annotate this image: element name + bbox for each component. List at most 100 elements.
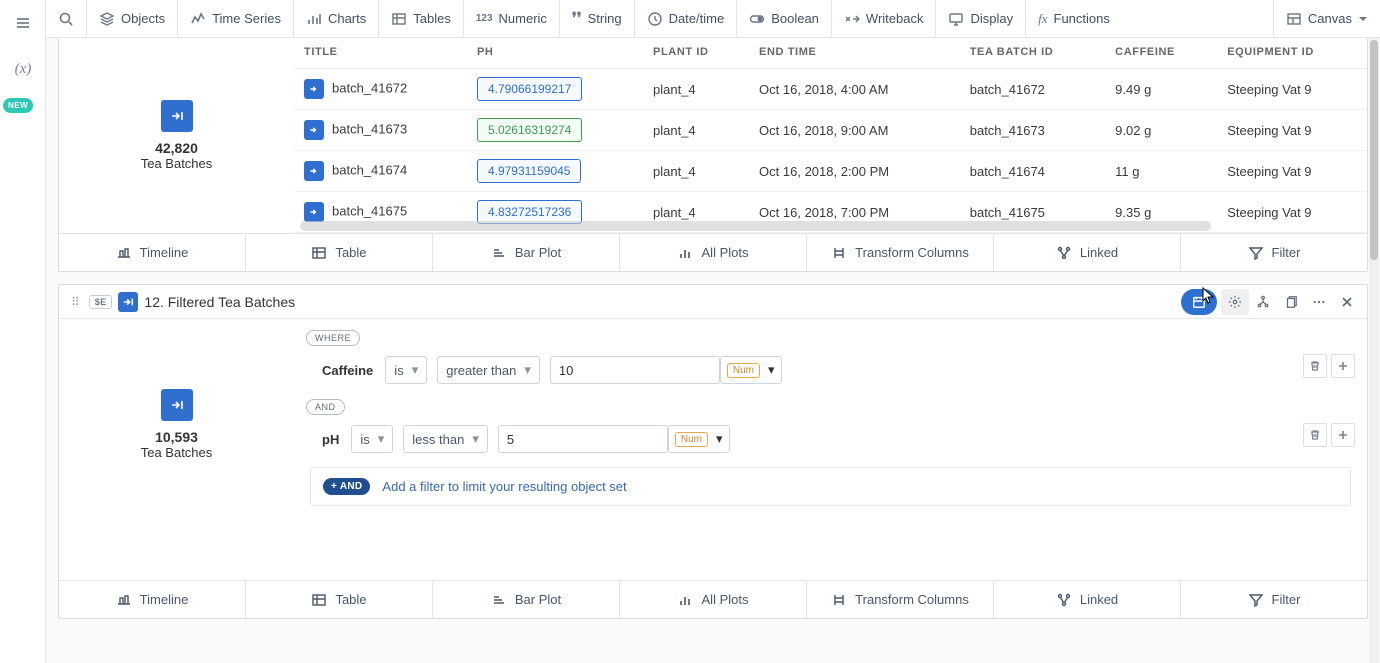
filter-type-select[interactable]: Num▾ — [668, 425, 730, 453]
tab-filter[interactable]: Filter — [1181, 581, 1367, 618]
settings-button[interactable] — [1221, 289, 1249, 315]
canvas-icon — [1286, 11, 1302, 27]
tab-timeline[interactable]: Timeline — [59, 234, 246, 271]
tab-linked[interactable]: Linked — [994, 234, 1181, 271]
label: Numeric — [499, 11, 547, 26]
functions-button[interactable]: fx Functions — [1026, 0, 1122, 37]
column-header[interactable]: TEA BATCH ID — [960, 38, 1105, 69]
timeline-icon — [116, 592, 132, 608]
tab-all-plots[interactable]: All Plots — [620, 234, 807, 271]
filter-op2-select[interactable]: greater than▾ — [437, 356, 540, 384]
linked-icon — [1056, 245, 1072, 261]
filter-op2-select[interactable]: less than▾ — [403, 425, 488, 453]
add-condition-button[interactable] — [1331, 354, 1355, 378]
objects-button[interactable]: Objects — [87, 0, 178, 37]
column-header[interactable]: CAFFEINE — [1105, 38, 1217, 69]
filter-op1-select[interactable]: is▾ — [385, 356, 427, 384]
column-header[interactable]: EQUIPMENT ID — [1217, 38, 1367, 69]
tab-table[interactable]: Table — [246, 234, 433, 271]
variables-button[interactable]: (x) — [0, 46, 46, 92]
vertical-scrollbar-thumb[interactable] — [1370, 40, 1378, 260]
ph-value-pill[interactable]: 5.02616319274 — [477, 118, 582, 142]
filter-label: Tea Batches — [141, 445, 213, 460]
filter-icon — [1248, 592, 1264, 608]
tab-transform[interactable]: Transform Columns — [807, 234, 994, 271]
tab-linked[interactable]: Linked — [994, 581, 1181, 618]
results-table-wrap: TITLEPHPLANT IDEND TIMETEA BATCH IDCAFFE… — [294, 38, 1367, 233]
cell: Steeping Vat 9 — [1217, 69, 1367, 110]
vertical-scrollbar-track[interactable] — [1369, 38, 1379, 663]
column-header[interactable]: PLANT ID — [643, 38, 749, 69]
delete-condition-button[interactable] — [1303, 423, 1327, 447]
filter-field-label: pH — [322, 432, 339, 447]
calendar-button[interactable] — [1181, 289, 1217, 315]
filter-type-select[interactable]: Num▾ — [720, 356, 782, 384]
object-icon — [304, 202, 324, 222]
cell: batch_41673 — [960, 110, 1105, 151]
column-header[interactable]: PH — [467, 38, 643, 69]
chevron-down-icon: ▾ — [378, 431, 385, 447]
tab-bar-plot[interactable]: Bar Plot — [433, 581, 620, 618]
table-row[interactable]: batch_416735.02616319274plant_4Oct 16, 2… — [294, 110, 1367, 151]
quote-icon: ❜❜ — [572, 9, 582, 28]
writeback-icon — [844, 11, 860, 27]
horizontal-scrollbar[interactable] — [300, 221, 1211, 231]
where-chip: WHERE — [306, 330, 360, 346]
string-button[interactable]: ❜❜ String — [560, 0, 635, 37]
copy-button[interactable] — [1277, 289, 1305, 315]
cell: plant_4 — [643, 151, 749, 192]
close-button[interactable] — [1333, 289, 1361, 315]
label: Time Series — [212, 11, 281, 26]
filter-panel-header: ⠿ $E 12. Filtered Tea Batches — [59, 285, 1367, 319]
datetime-button[interactable]: Date/time — [635, 0, 738, 37]
writeback-button[interactable]: Writeback — [832, 0, 937, 37]
boolean-button[interactable]: Boolean — [737, 0, 832, 37]
new-badge: NEW — [3, 98, 33, 113]
label: Objects — [121, 11, 165, 26]
numeric-button[interactable]: 123 Numeric — [464, 0, 560, 37]
add-filter-box[interactable]: + AND Add a filter to limit your resulti… — [310, 467, 1351, 506]
filter-panel-actions — [1181, 289, 1361, 315]
bar-icon — [491, 592, 507, 608]
cell: Oct 16, 2018, 2:00 PM — [749, 151, 960, 192]
filter-tabbar: Timeline Table Bar Plot All Plots Transf… — [59, 580, 1367, 618]
column-header[interactable]: TITLE — [294, 38, 467, 69]
cell: 9.02 g — [1105, 110, 1217, 151]
charts-button[interactable]: Charts — [294, 0, 379, 37]
filter-op1-select[interactable]: is▾ — [351, 425, 393, 453]
column-header[interactable]: END TIME — [749, 38, 960, 69]
search-button[interactable] — [46, 0, 87, 37]
table-row[interactable]: batch_416744.97931159045plant_4Oct 16, 2… — [294, 151, 1367, 192]
tab-filter[interactable]: Filter — [1181, 234, 1367, 271]
filter-value-input[interactable] — [550, 356, 720, 384]
display-icon — [948, 11, 964, 27]
filter-value-input[interactable] — [498, 425, 668, 453]
tab-timeline[interactable]: Timeline — [59, 581, 246, 618]
delete-condition-button[interactable] — [1303, 354, 1327, 378]
time-series-button[interactable]: Time Series — [178, 0, 294, 37]
display-button[interactable]: Display — [936, 0, 1026, 37]
tab-all-plots[interactable]: All Plots — [620, 581, 807, 618]
add-filter-hint: Add a filter to limit your resulting obj… — [382, 479, 626, 494]
and-chip: AND — [306, 399, 345, 415]
cell: plant_4 — [643, 110, 749, 151]
menu-button[interactable] — [0, 0, 46, 46]
expression-badge: $E — [89, 295, 113, 309]
cell: batch_41672 — [960, 69, 1105, 110]
table-row[interactable]: batch_416724.79066199217plant_4Oct 16, 2… — [294, 69, 1367, 110]
filter-count: 10,593 — [155, 429, 198, 445]
tab-transform[interactable]: Transform Columns — [807, 581, 994, 618]
drag-handle-icon[interactable]: ⠿ — [67, 295, 85, 309]
canvas-button[interactable]: Canvas — [1273, 0, 1380, 37]
tab-table[interactable]: Table — [246, 581, 433, 618]
add-condition-button[interactable] — [1331, 423, 1355, 447]
ph-value-pill[interactable]: 4.97931159045 — [477, 159, 582, 183]
transform-icon — [831, 592, 847, 608]
ph-value-pill[interactable]: 4.79066199217 — [477, 77, 582, 101]
cell: Steeping Vat 9 — [1217, 110, 1367, 151]
tree-button[interactable] — [1249, 289, 1277, 315]
tab-bar-plot[interactable]: Bar Plot — [433, 234, 620, 271]
tables-button[interactable]: Tables — [379, 0, 464, 37]
chevron-down-icon: ▾ — [472, 431, 479, 447]
more-button[interactable] — [1305, 289, 1333, 315]
